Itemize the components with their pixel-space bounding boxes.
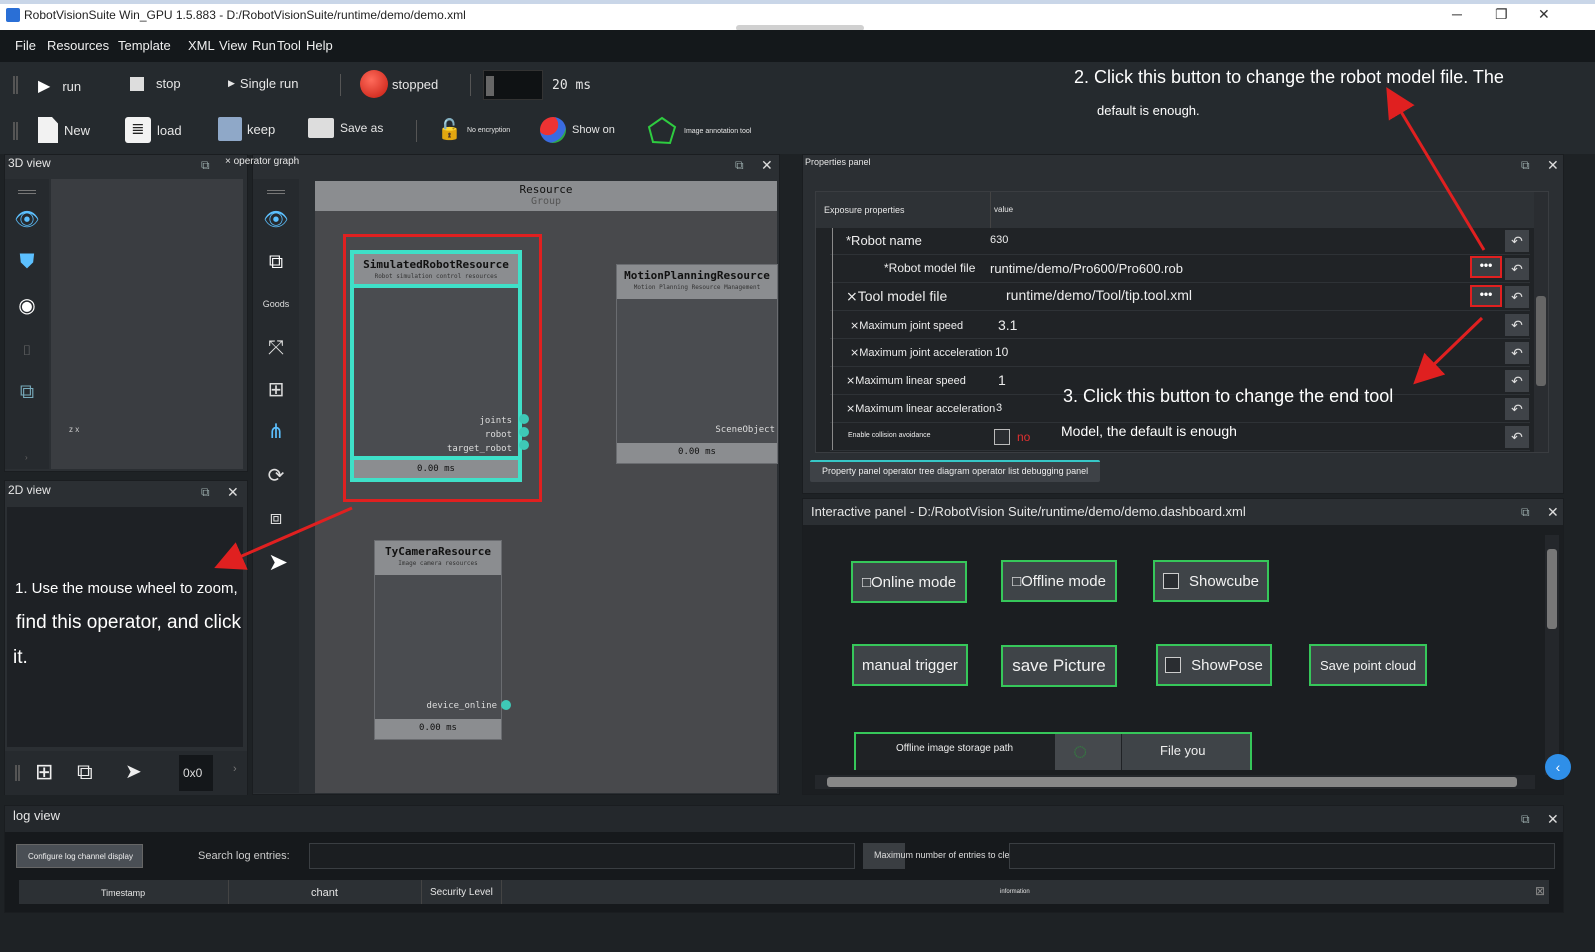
annotation-arrows (214, 87, 1486, 570)
arrow-step2 (1386, 87, 1486, 251)
arrow-step1 (214, 506, 353, 570)
app-window: RobotVisionSuite Win_GPU 1.5.883 - D:/Ro… (0, 0, 1595, 952)
arrow-step3 (1413, 316, 1484, 385)
